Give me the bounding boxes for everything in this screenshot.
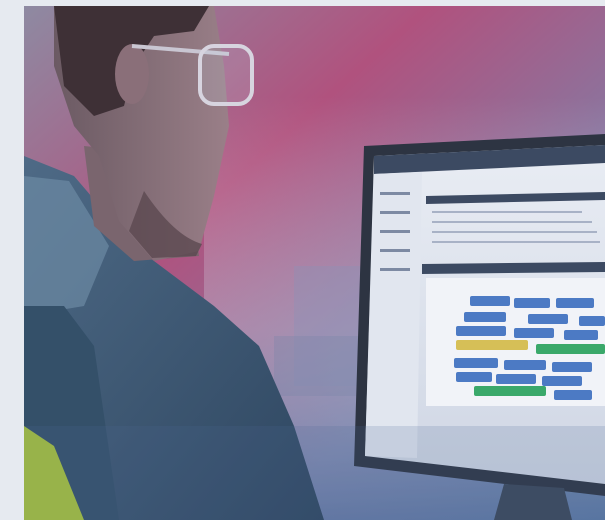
gantt-bar: [528, 314, 568, 324]
gantt-bar-highlight: [536, 344, 605, 354]
gantt-bar: [456, 372, 492, 382]
app-sidebar: [365, 172, 422, 458]
bottom-tint: [24, 426, 605, 520]
gantt-bar: [514, 328, 554, 338]
table-row-line: [432, 241, 600, 243]
ear: [115, 44, 149, 104]
gantt-bar: [564, 330, 598, 340]
sidebar-line: [380, 192, 410, 195]
photo-illustration: [24, 6, 605, 520]
gantt-bar: [504, 360, 546, 370]
gantt-panel-header: [422, 262, 605, 274]
gantt-bar: [552, 362, 592, 372]
sidebar-line: [380, 268, 410, 271]
gantt-bar: [514, 298, 550, 308]
sidebar-line: [380, 211, 410, 214]
gantt-bar: [496, 374, 536, 384]
gantt-bar: [454, 358, 498, 368]
gantt-bar-highlight: [474, 386, 546, 396]
gantt-bar: [556, 298, 594, 308]
gantt-bar: [470, 296, 510, 306]
gantt-bar: [464, 312, 506, 322]
gantt-bar-highlight: [456, 340, 528, 350]
sidebar-line: [380, 249, 410, 252]
page-background: [0, 0, 605, 520]
table-row-line: [432, 231, 597, 233]
sidebar-line: [380, 230, 410, 233]
gantt-bar: [456, 326, 506, 336]
gantt-bar: [579, 316, 605, 326]
table-row-line: [432, 211, 582, 213]
gantt-bar: [554, 390, 592, 400]
gantt-bar: [542, 376, 582, 386]
table-row-line: [432, 221, 592, 223]
glasses-lens: [198, 44, 254, 106]
hero-photo: [24, 6, 605, 520]
